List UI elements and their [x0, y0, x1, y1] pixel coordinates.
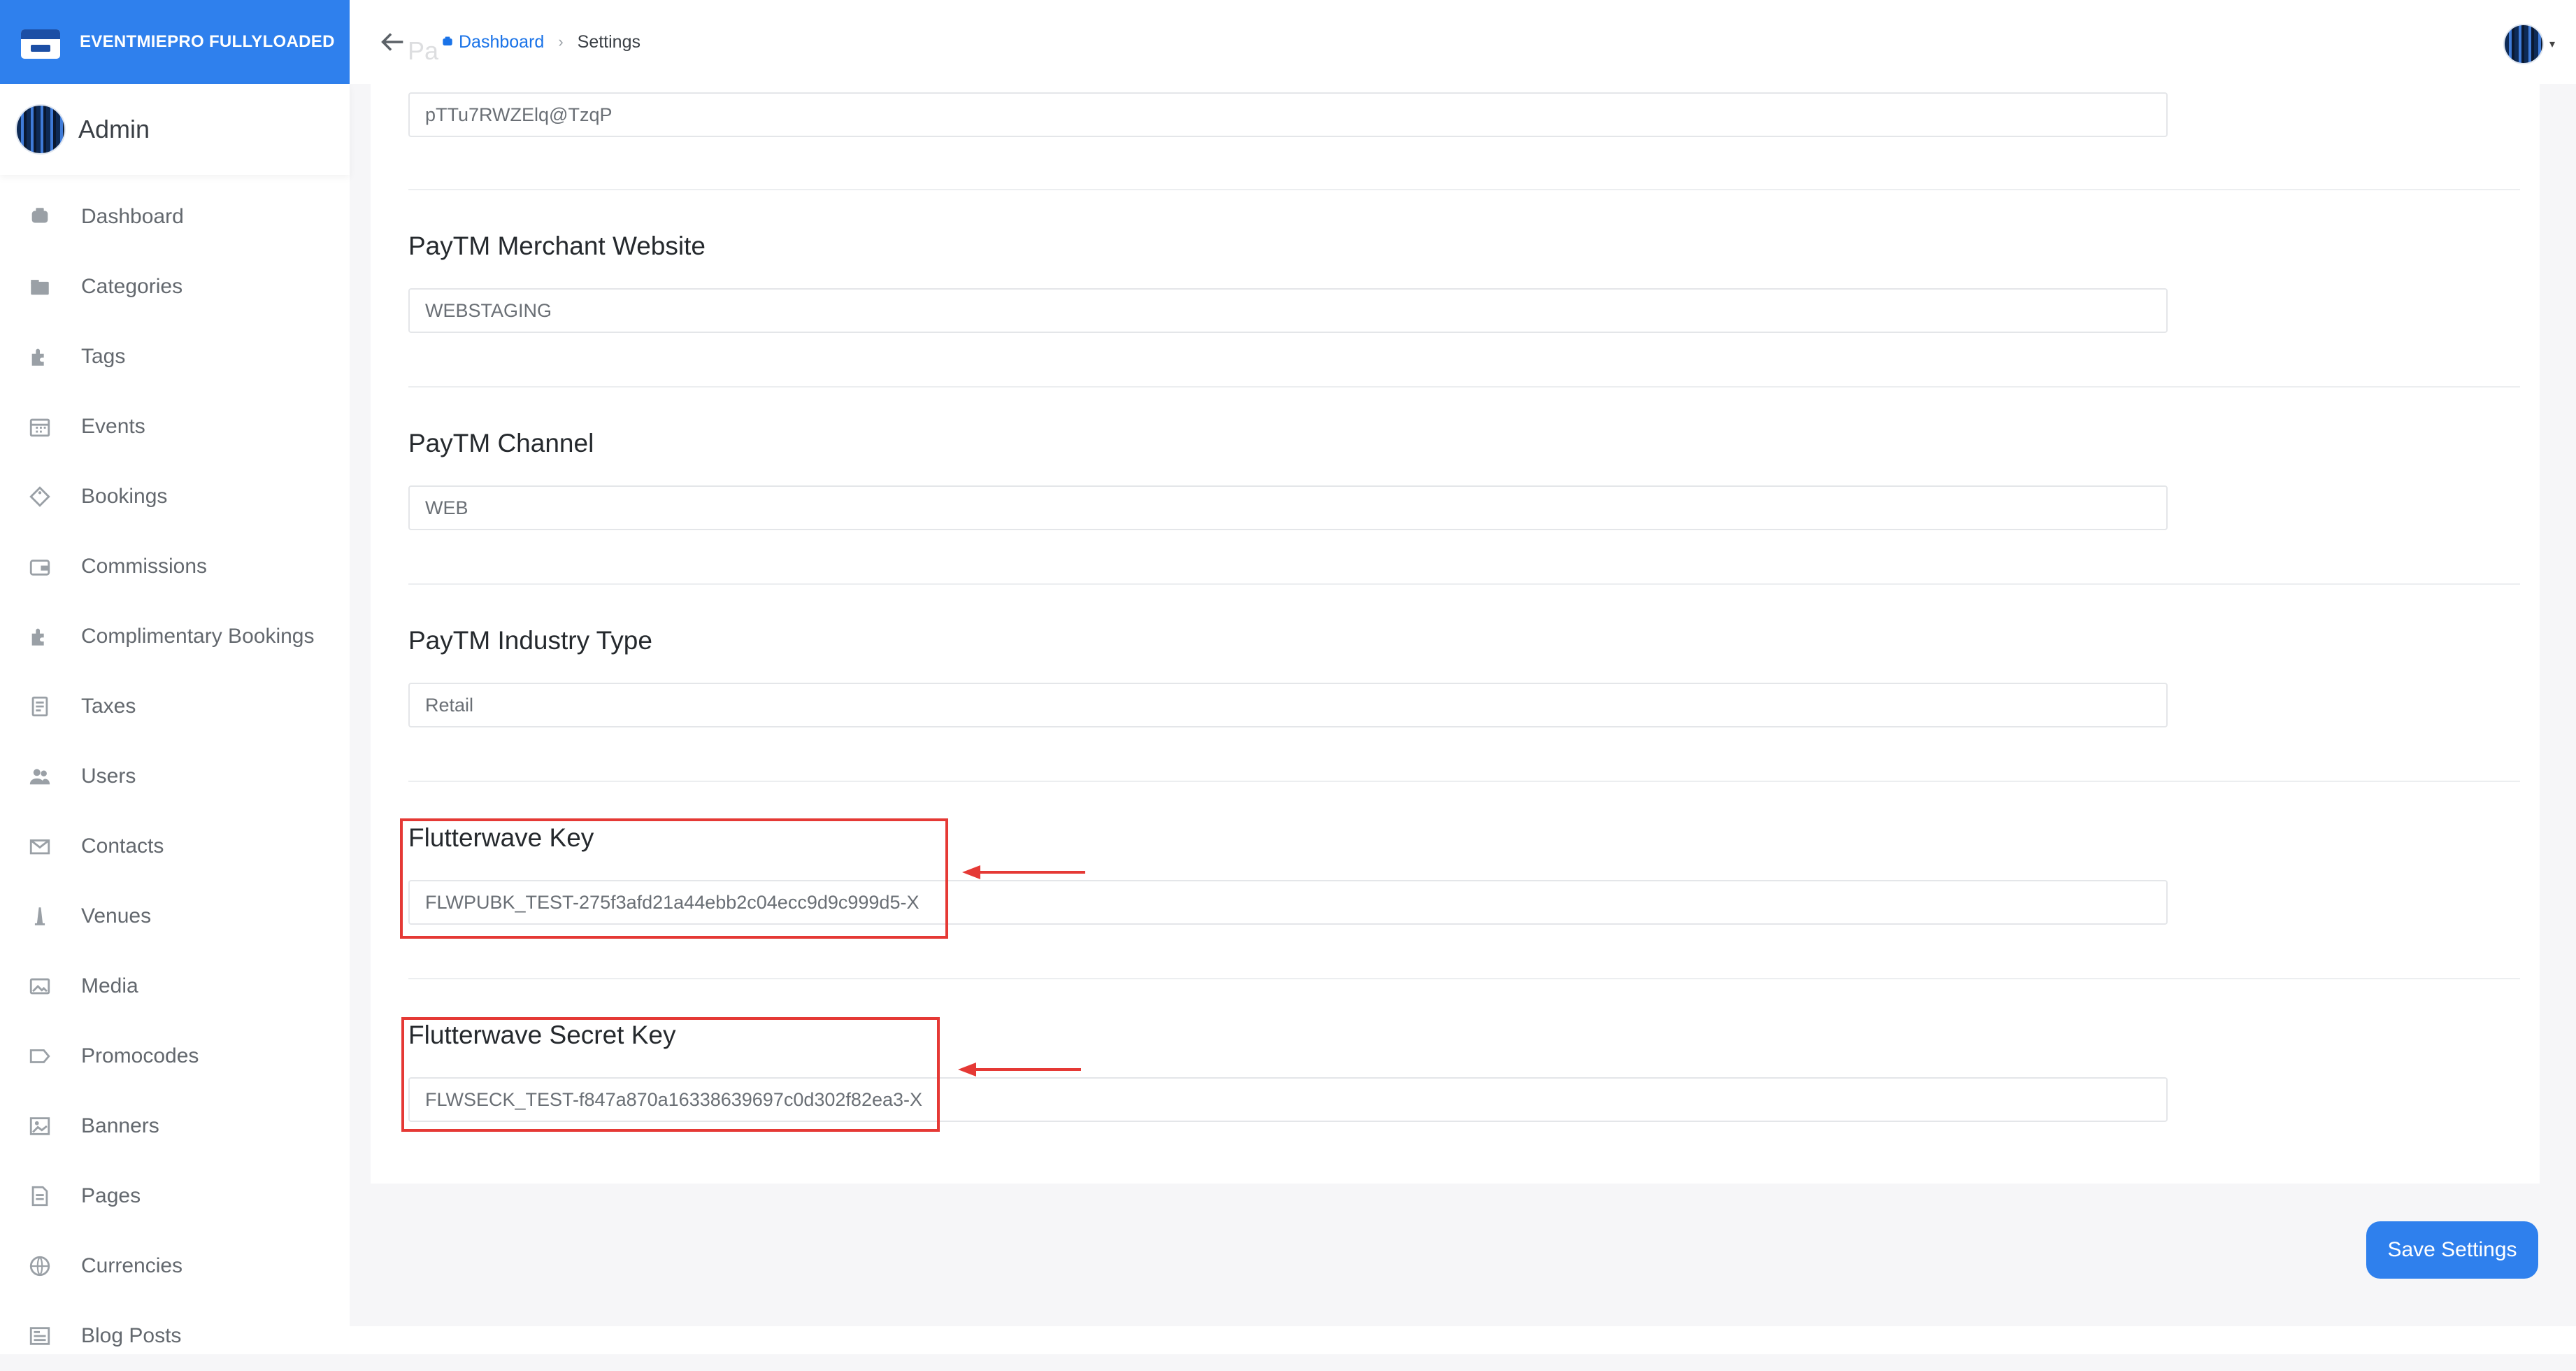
sidebar-item-complimentary-bookings[interactable]: Complimentary Bookings [0, 602, 350, 672]
divider [408, 386, 2520, 388]
image-icon [28, 974, 52, 998]
paytm-channel-input[interactable] [408, 485, 2168, 530]
sidebar-item-label: Banners [81, 1114, 159, 1137]
sidebar-item-venues[interactable]: Venues [0, 881, 350, 951]
document-icon [28, 1184, 52, 1208]
sidebar-item-label: Commissions [81, 555, 208, 578]
sidebar-item-label: Venues [81, 904, 152, 928]
flutterwave-key-input[interactable] [408, 880, 2168, 925]
sidebar-nav: Dashboard Categories Tags Events Booking… [0, 175, 350, 1371]
avatar [2503, 24, 2544, 64]
field-flutterwave-secret-key: Flutterwave Secret Key [408, 1020, 2520, 1122]
sidebar-item-events[interactable]: Events [0, 392, 350, 462]
save-settings-button[interactable]: Save Settings [2366, 1221, 2538, 1279]
sidebar-item-label: Pages [81, 1184, 141, 1207]
sidebar-item-label: Currencies [81, 1254, 183, 1277]
sidebar-item-tags[interactable]: Tags [0, 322, 350, 392]
sidebar-item-label: Bookings [81, 485, 168, 508]
sidebar-item-label: Dashboard [81, 205, 184, 228]
brand-header[interactable]: EVENTMIEPRO FULLYLOADED [0, 0, 350, 84]
calendar-logo-icon [20, 24, 62, 60]
sidebar-item-label: Events [81, 415, 145, 438]
sidebar-item-label: Tags [81, 345, 126, 368]
field-paytm-channel: PayTM Channel [408, 428, 2520, 530]
admin-name: Admin [78, 115, 150, 143]
paytm-merchant-website-input[interactable] [408, 288, 2168, 333]
brand-title: EVENTMIEPRO FULLYLOADED [80, 32, 335, 51]
partial-field-label: Pa [408, 36, 439, 65]
users-icon [28, 765, 52, 788]
sidebar-item-users[interactable]: Users [0, 741, 350, 811]
field-label: PayTM Merchant Website [408, 232, 706, 260]
back-arrow-icon[interactable] [376, 26, 408, 58]
dashboard-icon [28, 205, 52, 229]
sidebar-item-commissions[interactable]: Commissions [0, 532, 350, 602]
tag-icon [28, 1044, 52, 1068]
chevron-right-icon: › [558, 33, 564, 50]
sidebar-item-currencies[interactable]: Currencies [0, 1231, 350, 1301]
puzzle-icon [28, 345, 52, 369]
sidebar: EVENTMIEPRO FULLYLOADED Admin Dashboard … [0, 0, 350, 1354]
caret-down-icon: ▾ [2549, 38, 2555, 50]
newspaper-icon [28, 1324, 52, 1348]
sidebar-item-label: Media [81, 974, 138, 997]
sidebar-item-bookings[interactable]: Bookings [0, 462, 350, 532]
sidebar-item-media[interactable]: Media [0, 951, 350, 1021]
sidebar-item-label: Blog Posts [81, 1324, 182, 1347]
flutterwave-secret-key-input[interactable] [408, 1077, 2168, 1122]
sidebar-item-promocodes[interactable]: Promocodes [0, 1021, 350, 1091]
breadcrumb-home-label: Dashboard [459, 31, 545, 52]
avatar [15, 104, 66, 155]
sidebar-item-contacts[interactable]: Contacts [0, 811, 350, 881]
envelope-icon [28, 834, 52, 858]
breadcrumb: Dashboard › Settings [424, 15, 666, 69]
divider [408, 781, 2520, 782]
user-menu[interactable]: ▾ [2503, 24, 2555, 64]
wallet-icon [28, 555, 52, 578]
field-paytm-industry-type: PayTM Industry Type [408, 625, 2520, 727]
dashboard-icon [443, 36, 452, 45]
sidebar-item-label: Taxes [81, 695, 136, 718]
field-label: Flutterwave Key [408, 823, 594, 852]
field-flutterwave-key: Flutterwave Key [408, 823, 2520, 925]
divider [408, 583, 2520, 585]
divider [408, 978, 2520, 979]
tower-icon [28, 904, 52, 928]
footer-strip [350, 1326, 2576, 1354]
sidebar-item-label: Promocodes [81, 1044, 199, 1067]
field-label: Flutterwave Secret Key [408, 1021, 676, 1049]
puzzle-icon [28, 625, 52, 648]
sidebar-item-dashboard[interactable]: Dashboard [0, 182, 350, 252]
divider [408, 189, 2520, 190]
sidebar-item-label: Complimentary Bookings [81, 625, 315, 648]
ticket-icon [28, 485, 52, 509]
sidebar-item-label: Contacts [81, 834, 164, 858]
breadcrumb-current: Settings [577, 31, 641, 52]
paytm-merchant-key-input[interactable] [408, 92, 2168, 137]
topbar: Dashboard › Settings ▾ [350, 0, 2576, 84]
picture-icon [28, 1114, 52, 1138]
sidebar-item-banners[interactable]: Banners [0, 1091, 350, 1161]
sidebar-item-taxes[interactable]: Taxes [0, 672, 350, 741]
breadcrumb-dashboard-link[interactable]: Dashboard [441, 32, 544, 52]
receipt-icon [28, 695, 52, 718]
admin-profile[interactable]: Admin [0, 84, 350, 175]
folder-icon [28, 275, 52, 299]
annotation-arrow-icon [962, 865, 1085, 879]
field-label: PayTM Industry Type [408, 626, 652, 655]
sidebar-item-categories[interactable]: Categories [0, 252, 350, 322]
calendar-icon [28, 415, 52, 439]
sidebar-item-blog-posts[interactable]: Blog Posts [0, 1301, 350, 1371]
field-label: PayTM Channel [408, 429, 594, 457]
sidebar-item-pages[interactable]: Pages [0, 1161, 350, 1231]
settings-card: PayTM Merchant Website PayTM Channel Pay… [371, 84, 2540, 1184]
globe-icon [28, 1254, 52, 1278]
sidebar-item-label: Users [81, 765, 136, 788]
field-paytm-merchant-website: PayTM Merchant Website [408, 231, 2520, 333]
sidebar-item-label: Categories [81, 275, 183, 298]
paytm-industry-type-input[interactable] [408, 683, 2168, 727]
annotation-arrow-icon [958, 1063, 1081, 1077]
